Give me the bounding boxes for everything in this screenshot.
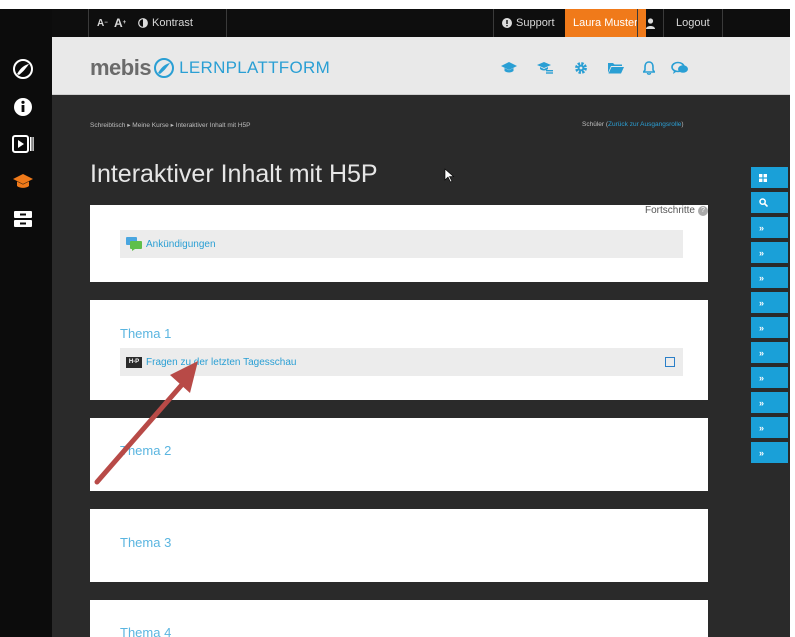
font-larger-button[interactable]: A + — [114, 9, 126, 37]
help-icon[interactable]: ? — [698, 205, 708, 216]
block-tab-7[interactable]: » — [751, 367, 788, 388]
contrast-button[interactable]: Kontrast — [138, 9, 193, 37]
chat-icon[interactable] — [671, 59, 689, 77]
block-tab-8[interactable]: » — [751, 392, 788, 413]
breadcrumb-item-meine-kurse[interactable]: Meine Kurse — [132, 122, 169, 129]
section-thema-1: Thema 1 H-P Fragen zu der letzten Tagess… — [90, 300, 708, 400]
breadcrumb-separator: ▸ — [170, 122, 174, 129]
mouse-cursor-icon — [444, 168, 455, 183]
block-tab-2[interactable]: » — [751, 242, 788, 263]
chevron-right-icon: » — [759, 297, 765, 308]
h5p-icon: H-P — [126, 356, 142, 368]
graduation-cap-icon[interactable] — [500, 59, 518, 77]
breadcrumb-separator: ▸ — [127, 122, 131, 129]
block-tab-5[interactable]: » — [751, 317, 788, 338]
mebis-logo-icon[interactable] — [10, 56, 36, 82]
top-margin — [0, 0, 795, 9]
role-label: Schüler — [582, 121, 605, 128]
announcements-activity[interactable]: Ankündigungen — [120, 230, 683, 258]
section-title[interactable]: Thema 1 — [120, 326, 171, 341]
chevron-right-icon: » — [759, 447, 765, 458]
block-tab-9[interactable]: » — [751, 417, 788, 438]
bell-icon[interactable] — [640, 59, 658, 77]
logo-text-lernplattform: LERNPLATTFORM — [179, 58, 331, 77]
progress-label: Fortschritte? — [645, 205, 708, 216]
return-to-role-link[interactable]: Zurück zur Ausgangsrolle — [608, 121, 681, 128]
chevron-right-icon: » — [759, 347, 765, 358]
breadcrumb-item-schreibtisch[interactable]: Schreibtisch — [90, 122, 125, 129]
chevron-right-icon: » — [759, 272, 765, 283]
media-icon[interactable] — [10, 131, 36, 157]
block-tab-4[interactable]: » — [751, 292, 788, 313]
right-margin — [790, 0, 795, 637]
block-tab-6[interactable]: » — [751, 342, 788, 363]
profile-icon[interactable] — [646, 9, 655, 37]
forum-icon — [126, 237, 142, 251]
block-tab-3[interactable]: » — [751, 267, 788, 288]
courses-icon[interactable] — [536, 59, 554, 77]
section-thema-4: Thema 4 — [90, 600, 708, 637]
h5p-activity[interactable]: H-P Fragen zu der letzten Tagesschau — [120, 348, 683, 376]
mebis-logo[interactable]: mebis LERNPLATTFORM — [90, 55, 330, 81]
section-thema-3: Thema 3 — [90, 509, 708, 582]
gear-icon[interactable] — [572, 59, 590, 77]
chevron-right-icon: » — [759, 222, 765, 233]
chevron-right-icon: » — [759, 322, 765, 333]
archive-icon[interactable] — [10, 206, 36, 232]
chevron-right-icon: » — [759, 372, 765, 383]
info-icon[interactable] — [10, 94, 36, 120]
section-title[interactable]: Thema 4 — [120, 625, 171, 637]
user-menu[interactable]: Laura Muster — [565, 9, 646, 37]
logo-swoosh-icon — [154, 58, 175, 78]
site-header: mebis LERNPLATTFORM — [52, 37, 790, 95]
block-tab-10[interactable]: » — [751, 442, 788, 463]
section-title[interactable]: Thema 3 — [120, 535, 171, 550]
breadcrumb-item-course[interactable]: Interaktiver Inhalt mit H5P — [176, 122, 251, 129]
chevron-right-icon: » — [759, 422, 765, 433]
section-general: Fortschritte? Ankündigungen — [90, 205, 708, 282]
chevron-right-icon: » — [759, 397, 765, 408]
search-icon — [759, 198, 768, 207]
block-tab-1[interactable]: » — [751, 217, 788, 238]
search-tab[interactable] — [751, 192, 788, 213]
page-title: Interaktiver Inhalt mit H5P — [90, 160, 378, 188]
section-title[interactable]: Thema 2 — [120, 443, 171, 458]
support-button[interactable]: Support — [502, 9, 555, 37]
section-thema-2: Thema 2 — [90, 418, 708, 491]
completion-checkbox[interactable] — [665, 357, 675, 367]
alert-icon — [502, 18, 512, 28]
top-bar: A − A + Kontrast Support Laura Muster Logo… — [52, 9, 790, 37]
left-rail — [0, 9, 52, 637]
contrast-icon — [138, 18, 148, 28]
role-info: Schüler (Zurück zur Ausgangsrolle) — [582, 121, 684, 128]
blocks-grid-tab[interactable] — [751, 167, 788, 188]
folder-icon[interactable] — [607, 59, 625, 77]
grid-icon — [759, 173, 767, 182]
logout-button[interactable]: Logout — [676, 9, 710, 37]
breadcrumb: Schreibtisch ▸ Meine Kurse ▸ Interaktive… — [90, 121, 250, 129]
font-smaller-button[interactable]: A − — [97, 9, 108, 37]
graduation-cap-icon[interactable] — [10, 169, 36, 195]
logo-text-mebis: mebis — [90, 55, 152, 80]
app-frame: A − A + Kontrast Support Laura Muster Logo… — [0, 0, 795, 637]
chevron-right-icon: » — [759, 247, 765, 258]
